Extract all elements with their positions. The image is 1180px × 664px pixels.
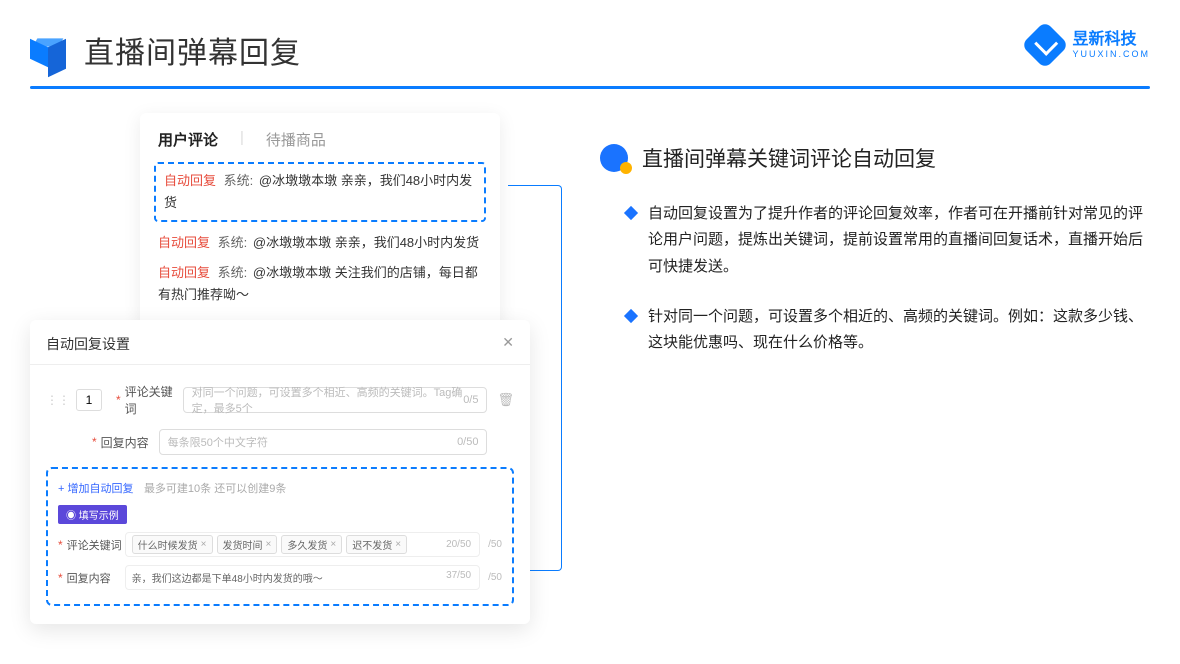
- settings-card: 自动回复设置 ✕ ⋮⋮ 1 * 评论关键词 对同一个问题，可设置多个相近、高频的…: [30, 320, 530, 624]
- tag-chip[interactable]: 多久发货×: [281, 535, 342, 554]
- cube-icon: [30, 32, 66, 68]
- reply-label: 回复内容: [101, 434, 159, 451]
- page-title: 直播间弹幕回复: [84, 28, 301, 72]
- auto-reply-tag: 自动回复: [158, 265, 210, 280]
- keyword-label: 评论关键词: [125, 383, 183, 417]
- trash-icon[interactable]: 🗑: [497, 392, 514, 408]
- trailing-count: /50: [488, 539, 502, 550]
- example-keyword-field[interactable]: 什么时候发货× 发货时间× 多久发货× 迟不发货× 20/50: [125, 532, 480, 557]
- keyword-input[interactable]: 对同一个问题，可设置多个相近、高频的关键词。Tag确定，最多5个 0/5: [183, 387, 488, 413]
- example-reply-field[interactable]: 亲，我们这边都是下单48小时内发货的哦～ 37/50: [125, 565, 480, 590]
- example-badge: ◉ 填写示例: [58, 505, 127, 524]
- diamond-icon: [624, 206, 638, 220]
- add-rule-note: 最多可建10条 还可以创建9条: [144, 483, 286, 495]
- page-header: 直播间弹幕回复: [0, 0, 1180, 72]
- reply-count: 0/50: [457, 436, 478, 448]
- close-icon[interactable]: ✕: [502, 334, 514, 354]
- drag-handle-icon[interactable]: ⋮⋮: [46, 393, 70, 407]
- message-body: @冰墩墩本墩 亲亲，我们48小时内发货: [253, 235, 479, 250]
- diamond-icon: [624, 309, 638, 323]
- add-rule-link[interactable]: + 增加自动回复: [58, 483, 133, 495]
- required-star: *: [58, 538, 63, 552]
- keyword-count: 0/5: [463, 394, 478, 406]
- tag-chip[interactable]: 发货时间×: [217, 535, 278, 554]
- auto-reply-tag: 自动回复: [158, 235, 210, 250]
- tab-divider: |: [240, 129, 244, 150]
- tag-chip[interactable]: 迟不发货×: [346, 535, 407, 554]
- keyword-label: 评论关键词: [67, 537, 125, 553]
- brand-name-cn: 昱新科技: [1072, 32, 1150, 48]
- feature-description: 直播间弹幕关键词评论自动回复 自动回复设置为了提升作者的评论回复效率，作者可在开…: [600, 113, 1150, 624]
- brand-name-en: YUUXIN.COM: [1072, 50, 1150, 59]
- comments-card: 用户评论 | 待播商品 自动回复 系统: @冰墩墩本墩 亲亲，我们48小时内发货…: [140, 113, 500, 334]
- feature-bullet: 自动回复设置为了提升作者的评论回复效率，作者可在开播前针对常见的评论用户问题，提…: [626, 201, 1150, 280]
- system-label: 系统:: [218, 235, 248, 250]
- settings-title: 自动回复设置: [46, 334, 130, 354]
- example-keyword-count: 20/50: [446, 539, 471, 550]
- required-star: *: [116, 393, 121, 407]
- trailing-count: /50: [488, 572, 502, 583]
- system-label: 系统:: [218, 265, 248, 280]
- brand-icon: [1021, 21, 1069, 69]
- tab-pending-goods[interactable]: 待播商品: [266, 129, 326, 150]
- rule-number: 1: [76, 389, 102, 411]
- tab-user-comments[interactable]: 用户评论: [158, 129, 218, 150]
- feature-icon: [600, 144, 628, 172]
- example-reply-count: 37/50: [446, 570, 471, 581]
- brand-logo: 昱新科技 YUUXIN.COM: [1028, 28, 1150, 62]
- reply-input[interactable]: 每条限50个中文字符 0/50: [159, 429, 488, 455]
- required-star: *: [92, 435, 97, 449]
- example-block: + 增加自动回复 最多可建10条 还可以创建9条 ◉ 填写示例 * 评论关键词 …: [46, 467, 514, 606]
- feature-bullet: 针对同一个问题，可设置多个相近的、高频的关键词。例如：这款多少钱、这块能优惠吗、…: [626, 304, 1150, 357]
- bullet-text: 针对同一个问题，可设置多个相近的、高频的关键词。例如：这款多少钱、这块能优惠吗、…: [648, 304, 1150, 357]
- required-star: *: [58, 571, 63, 585]
- keyword-placeholder: 对同一个问题，可设置多个相近、高频的关键词。Tag确定，最多5个: [192, 384, 479, 416]
- auto-reply-tag: 自动回复: [164, 173, 216, 188]
- tag-chip[interactable]: 什么时候发货×: [132, 535, 213, 554]
- bullet-text: 自动回复设置为了提升作者的评论回复效率，作者可在开播前针对常见的评论用户问题，提…: [648, 201, 1150, 280]
- example-reply-text: 亲，我们这边都是下单48小时内发货的哦～: [132, 574, 323, 585]
- feature-title: 直播间弹幕关键词评论自动回复: [642, 143, 936, 173]
- reply-placeholder: 每条限50个中文字符: [168, 434, 268, 450]
- reply-label: 回复内容: [67, 570, 125, 586]
- highlighted-message: 自动回复 系统: @冰墩墩本墩 亲亲，我们48小时内发货: [154, 162, 486, 222]
- system-label: 系统:: [224, 173, 254, 188]
